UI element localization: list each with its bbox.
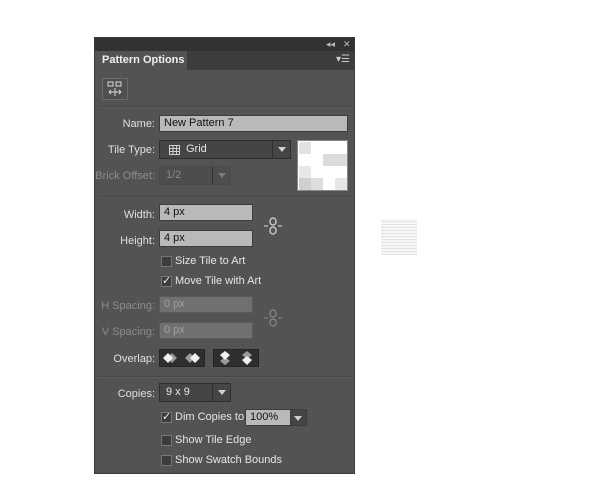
- h-spacing-input[interactable]: 0 px: [159, 296, 253, 313]
- name-label: Name:: [122, 118, 155, 130]
- top-in-front-button[interactable]: [215, 350, 235, 366]
- dim-copies-value: 100%: [250, 411, 279, 423]
- overlap-vertical-group: [213, 349, 259, 367]
- pattern-options-panel: ◂◂ ✕ Pattern Options ▾☰ Name: New Patter…: [94, 37, 355, 474]
- panel-tab-row: Pattern Options ▾☰: [95, 51, 354, 70]
- pattern-tile-tool-icon: [107, 81, 122, 96]
- dim-copies-label: Dim Copies to:: [175, 411, 248, 423]
- tile-preview: [297, 140, 348, 191]
- overlap-label: Overlap:: [113, 353, 155, 365]
- close-icon[interactable]: ✕: [343, 38, 351, 51]
- chevron-down-icon[interactable]: [212, 384, 230, 401]
- divider: [98, 196, 351, 198]
- divider: [98, 106, 351, 108]
- panel-menu-icon[interactable]: ▾☰: [336, 54, 350, 65]
- top-in-front-icon: [220, 351, 230, 365]
- bottom-in-front-icon: [242, 351, 252, 365]
- right-in-front-button[interactable]: [183, 350, 203, 366]
- left-in-front-icon: [163, 353, 177, 363]
- tile-type-value: Grid: [186, 143, 207, 155]
- height-label: Height:: [120, 235, 155, 247]
- copies-label: Copies:: [117, 388, 155, 400]
- v-spacing-label: V Spacing:: [101, 326, 155, 338]
- show-tile-edge-checkbox[interactable]: [161, 435, 172, 446]
- chevron-down-icon[interactable]: [272, 141, 290, 158]
- divider: [98, 376, 351, 378]
- panel-titlebar: ◂◂ ✕: [95, 38, 354, 51]
- dim-copies-checkbox[interactable]: [161, 410, 172, 423]
- bottom-in-front-button[interactable]: [237, 350, 257, 366]
- v-spacing-input[interactable]: 0 px: [159, 322, 253, 339]
- brick-offset-dropdown[interactable]: 1/2: [159, 166, 231, 185]
- show-swatch-bounds-checkbox[interactable]: [161, 455, 172, 466]
- brick-offset-value: 1/2: [166, 169, 182, 181]
- overlap-horizontal-group: [159, 349, 205, 367]
- collapse-icon[interactable]: ◂◂: [326, 38, 335, 51]
- grid-icon: [169, 145, 180, 155]
- left-in-front-button[interactable]: [161, 350, 181, 366]
- link-spacing-icon[interactable]: [264, 308, 282, 328]
- move-tile-with-art-checkbox[interactable]: [161, 274, 172, 287]
- move-tile-with-art-label: Move Tile with Art: [175, 275, 262, 287]
- width-label: Width:: [123, 209, 155, 221]
- pattern-tile-tool-button[interactable]: [102, 78, 128, 100]
- chevron-down-icon[interactable]: [289, 410, 306, 427]
- brick-offset-label: Brick Offset:: [95, 170, 155, 182]
- height-input[interactable]: 4 px: [159, 230, 253, 247]
- size-tile-to-art-checkbox[interactable]: [161, 256, 172, 267]
- dim-copies-input[interactable]: 100%: [245, 409, 307, 426]
- h-spacing-label: H Spacing:: [101, 300, 155, 312]
- show-swatch-bounds-label: Show Swatch Bounds: [175, 454, 283, 466]
- show-tile-edge-label: Show Tile Edge: [175, 434, 252, 446]
- tab-pattern-options[interactable]: Pattern Options: [95, 51, 187, 70]
- dim-copies-dropdown-button[interactable]: [290, 409, 307, 426]
- tile-type-dropdown[interactable]: Grid: [159, 140, 291, 159]
- right-in-front-icon: [185, 353, 200, 363]
- copies-value: 9 x 9: [166, 386, 190, 398]
- name-input[interactable]: New Pattern 7: [159, 115, 348, 132]
- link-proportions-icon[interactable]: [264, 216, 282, 236]
- chevron-down-icon[interactable]: [212, 167, 230, 184]
- copies-dropdown[interactable]: 9 x 9: [159, 383, 231, 402]
- size-tile-to-art-label: Size Tile to Art: [175, 255, 246, 267]
- tile-type-label: Tile Type:: [107, 144, 155, 156]
- width-input[interactable]: 4 px: [159, 204, 253, 221]
- pattern-swatch-tile: [381, 219, 417, 255]
